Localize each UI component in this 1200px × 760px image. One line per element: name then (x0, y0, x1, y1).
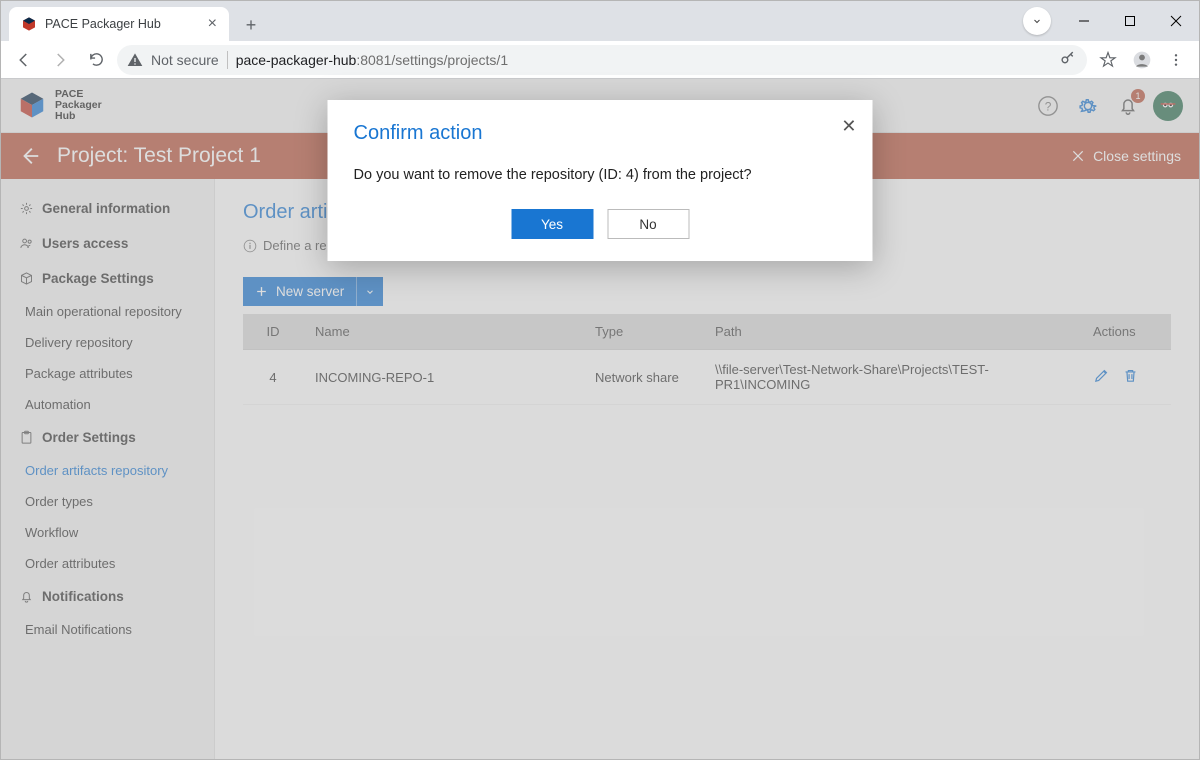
kebab-icon[interactable] (1161, 45, 1191, 75)
url-text: pace-packager-hub:8081/settings/projects… (236, 52, 508, 68)
modal-close-icon[interactable]: ✕ (841, 116, 856, 137)
not-secure-label: Not secure (151, 52, 219, 68)
window-buttons (1023, 1, 1199, 41)
no-button[interactable]: No (607, 209, 689, 239)
new-tab-button[interactable]: + (237, 11, 265, 39)
modal-message: Do you want to remove the repository (ID… (354, 167, 847, 183)
window-maximize[interactable] (1107, 1, 1153, 41)
chevron-down-icon[interactable] (1023, 7, 1051, 35)
url-input[interactable]: Not secure pace-packager-hub:8081/settin… (117, 45, 1087, 75)
nav-back-button[interactable] (9, 45, 39, 75)
key-icon[interactable] (1060, 50, 1077, 70)
browser-tab[interactable]: PACE Packager Hub × (9, 7, 229, 41)
yes-button[interactable]: Yes (511, 209, 593, 239)
window-minimize[interactable] (1061, 1, 1107, 41)
browser-address-bar: Not secure pace-packager-hub:8081/settin… (1, 41, 1199, 79)
profile-icon[interactable] (1127, 45, 1157, 75)
confirm-modal: ✕ Confirm action Do you want to remove t… (328, 100, 873, 261)
bookmark-icon[interactable] (1093, 45, 1123, 75)
warning-icon (127, 52, 143, 68)
window-close[interactable] (1153, 1, 1199, 41)
separator (227, 51, 228, 69)
nav-reload-button[interactable] (81, 45, 111, 75)
browser-tabstrip: PACE Packager Hub × + (1, 1, 1023, 41)
cube-icon (21, 16, 37, 32)
modal-title: Confirm action (354, 122, 847, 145)
close-icon[interactable]: × (208, 15, 217, 33)
tab-title: PACE Packager Hub (45, 17, 161, 31)
window-titlebar: PACE Packager Hub × + (1, 1, 1199, 41)
nav-forward-button (45, 45, 75, 75)
